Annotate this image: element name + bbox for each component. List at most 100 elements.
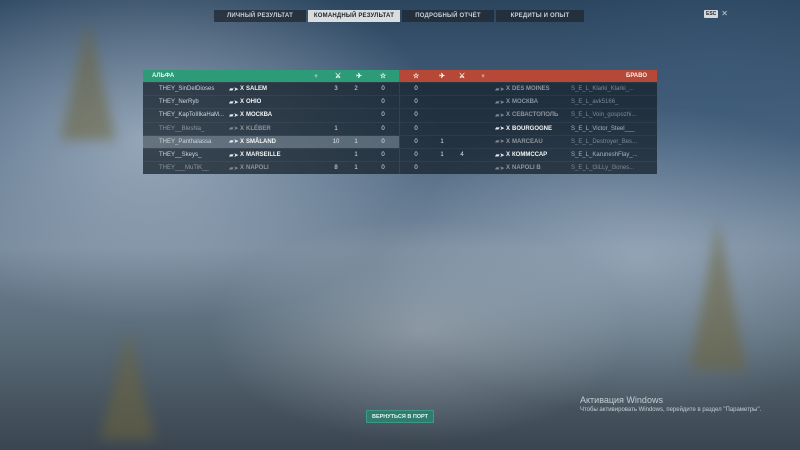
ship-class-icon: ▰➤: [229, 86, 239, 93]
ship-name: MARCEAU: [512, 138, 543, 145]
player-name: THEY__BlesNa_: [159, 125, 205, 132]
ship-name: КОММССАР: [512, 152, 548, 159]
ship-name: NAPOLI B: [512, 165, 541, 172]
player-name: S_E_L_avk5166_: [571, 99, 619, 106]
bravo-player-entry[interactable]: 0 1 4 ▰➤ X КОММССАР S_E_L_KaruneshFlay_...: [399, 148, 657, 162]
ship-tier: X: [240, 99, 245, 106]
tab-personal-result[interactable]: ЛИЧНЫЙ РЕЗУЛЬТАТ: [214, 10, 306, 22]
base-xp: 0: [414, 112, 418, 119]
ship-name: SALEM: [246, 86, 267, 93]
player-name: S_E_L_KaruneshFlay_...: [571, 152, 638, 159]
ship-tier: X: [240, 112, 245, 119]
kills-count: [457, 136, 467, 148]
ship-class-icon: ▰➤: [495, 126, 505, 133]
planes-count: [351, 109, 361, 121]
tab-credits-xp[interactable]: КРЕДИТЫ И ОПЫТ: [496, 10, 584, 22]
alpha-player-entry[interactable]: THEY__Skeys_ ▰➤ X MARSEILLE 1 0: [143, 149, 399, 161]
kills-count: [331, 96, 341, 108]
bravo-player-entry[interactable]: 0 ▰➤ X NAPOLI B S_E_L_t3iLLy_l3ones...: [399, 162, 657, 175]
watermark-text: Чтобы активировать Windows, перейдите в …: [580, 407, 762, 413]
scoreboard-row[interactable]: THEY__BlesNa_ ▰➤ X KLÉBER 1 0 0 ▰➤ X BOURGOGNE S_E…: [143, 121, 657, 135]
base-xp: 0: [381, 99, 385, 106]
alpha-player-entry[interactable]: THEY_Panthalassa ▰➤ X SMÅLAND 10 1 0: [143, 135, 399, 148]
scoreboard-row[interactable]: THEY__Skeys_ ▰➤ X MARSEILLE 1 0 0 1 4 ▰➤ X КОММССАР…: [143, 147, 657, 162]
alpha-player-entry[interactable]: THEY_KapToIIlkaHaM... ▰➤ X МОСКВА 0: [143, 109, 399, 121]
kills-count: [457, 109, 467, 121]
tab-team-result[interactable]: КОМАНДНЫЙ РЕЗУЛЬТАТ: [308, 10, 400, 22]
ship-class-icon: ▰➤: [495, 112, 505, 119]
ship-tier: X: [240, 138, 245, 145]
ship-class-icon: ▰➤: [229, 165, 239, 172]
bravo-player-entry[interactable]: 0 ▰➤ X BOURGOGNE S_E_L_Victor_Steel___: [399, 122, 657, 135]
ship-name: NAPOLI: [246, 165, 269, 172]
base-xp: 0: [381, 165, 385, 172]
player-name: THEY_KapToIIlkaHaM...: [159, 112, 225, 119]
kills-count: [457, 123, 467, 135]
ship-tier: X: [506, 125, 511, 132]
kills-count: [457, 96, 467, 108]
top-right-controls: ESC ✕: [704, 10, 728, 18]
ship-name: SMÅLAND: [246, 138, 276, 145]
base-xp: 0: [414, 86, 418, 93]
ship-tier: X: [506, 99, 511, 106]
planes-count: 1: [440, 138, 444, 145]
scoreboard-row[interactable]: THEY_NerRyb ▰➤ X OHIO 0 0 ▰➤ X МОСКВА S_E_L_avk51…: [143, 95, 657, 109]
base-xp: 0: [414, 165, 418, 172]
player-name: THEY_NerRyb: [159, 99, 199, 106]
ship-class-icon: ▰➤: [229, 152, 239, 159]
player-name: THEY__Skeys_: [159, 152, 202, 159]
bravo-player-entry[interactable]: 0 ▰➤ X DES MOINES S_E_L_Klarki_Klarki_...: [399, 83, 657, 96]
kills-count: 10: [332, 138, 340, 145]
scoreboard-row[interactable]: THEY_Panthalassa ▰➤ X SMÅLAND 10 1 0 0 1 ▰➤ X MARCE…: [143, 134, 657, 148]
ship-tier: X: [506, 165, 511, 172]
team-alpha-header: АЛЬФА ♆ ⚔ ✈ ☆: [143, 70, 399, 82]
player-name: S_E_L_Klarki_Klarki_...: [571, 86, 635, 93]
ship-class-icon: ▰➤: [495, 139, 505, 146]
star-icon: ☆: [412, 73, 420, 80]
team-alpha-name: АЛЬФА: [152, 73, 175, 79]
player-name: S_E_L_Voin_gospozhi...: [571, 112, 637, 119]
base-xp: 0: [381, 86, 385, 93]
planes-count: [351, 96, 361, 108]
scoreboard-row[interactable]: THEY_KapToIIlkaHaM... ▰➤ X МОСКВА 0 0 ▰➤ X СЕВАС…: [143, 108, 657, 122]
bravo-player-entry[interactable]: 0 1 ▰➤ X MARCEAU S_E_L_Destroyer_Bes...: [399, 135, 657, 148]
base-xp: 0: [381, 125, 385, 132]
ship-tier: X: [506, 152, 511, 159]
ship-class-icon: ▰➤: [495, 152, 505, 159]
kills-count: [331, 149, 341, 161]
ship-name: МОСКВА: [246, 112, 273, 119]
bravo-player-entry[interactable]: 0 ▰➤ X МОСКВА S_E_L_avk5166_: [399, 96, 657, 109]
base-xp: 0: [414, 138, 418, 145]
alpha-player-entry[interactable]: THEY_SinDelDioses ▰➤ X SALEM 3 2 0: [143, 83, 399, 95]
scoreboard-row[interactable]: THEY_SinDelDioses ▰➤ X SALEM 3 2 0 0 ▰➤ X DES MOIN…: [143, 82, 657, 96]
planes-count: [437, 109, 447, 121]
ship-tier: X: [506, 86, 511, 93]
scoreboard-header: АЛЬФА ♆ ⚔ ✈ ☆ ☆ ✈ ⚔ ♆ БРАВО: [143, 70, 657, 82]
ship-class-icon: ▰➤: [495, 86, 505, 93]
player-name: S_E_L_Destroyer_Bes...: [571, 138, 638, 145]
watermark-title: Активация Windows: [580, 395, 663, 405]
background-tree: [60, 20, 116, 140]
swords-icon: ⚔: [334, 73, 342, 80]
team-scoreboard: АЛЬФА ♆ ⚔ ✈ ☆ ☆ ✈ ⚔ ♆ БРАВО THEY_SinDelD…: [143, 70, 657, 175]
alpha-player-entry[interactable]: THEY_NerRyb ▰➤ X OHIO 0: [143, 96, 399, 108]
team-bravo-name: БРАВО: [626, 73, 647, 79]
laurel-icon: ♆: [480, 72, 486, 80]
base-xp: 0: [381, 138, 385, 145]
scoreboard-rows: THEY_SinDelDioses ▰➤ X SALEM 3 2 0 0 ▰➤ X DES MOIN…: [143, 82, 657, 175]
scoreboard-row[interactable]: THEY___MuTiK__ ▰➤ X NAPOLI 8 1 0 0 ▰➤ X NAPOLI B S_…: [143, 161, 657, 175]
base-xp: 0: [414, 152, 418, 159]
return-to-port-button[interactable]: ВЕРНУТЬСЯ В ПОРТ: [366, 410, 434, 423]
planes-count: 1: [354, 138, 358, 145]
planes-count: [437, 96, 447, 108]
alpha-player-entry[interactable]: THEY___MuTiK__ ▰➤ X NAPOLI 8 1 0: [143, 162, 399, 174]
close-icon[interactable]: ✕: [721, 10, 728, 18]
plane-icon: ✈: [439, 73, 445, 80]
ship-name: СЕВАСТОПОЛЬ: [512, 112, 559, 119]
windows-activation-watermark: Активация Windows Чтобы активировать Win…: [580, 395, 761, 413]
planes-count: [351, 123, 361, 135]
bravo-player-entry[interactable]: 0 ▰➤ X СЕВАСТОПОЛЬ S_E_L_Voin_gospozhi...: [399, 109, 657, 122]
base-xp: 0: [381, 152, 385, 159]
alpha-player-entry[interactable]: THEY__BlesNa_ ▰➤ X KLÉBER 1 0: [143, 123, 399, 135]
tab-detailed-report[interactable]: ПОДРОБНЫЙ ОТЧЁТ: [402, 10, 494, 22]
